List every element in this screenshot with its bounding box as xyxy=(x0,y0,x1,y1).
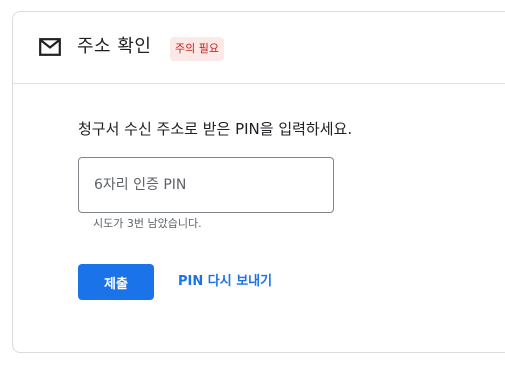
instruction-text: 청구서 수신 주소로 받은 PIN을 입력하세요. xyxy=(78,120,353,138)
card-header: 주소 확인 주의 필요 xyxy=(13,12,505,84)
attempts-helper-text: 시도가 3번 남았습니다. xyxy=(93,217,202,230)
mail-icon xyxy=(39,38,61,56)
page-title: 주소 확인 xyxy=(77,36,152,57)
pin-input[interactable] xyxy=(78,157,334,213)
status-badge: 주의 필요 xyxy=(170,37,224,61)
submit-button[interactable]: 제출 xyxy=(78,264,154,300)
resend-pin-link[interactable]: PIN 다시 보내기 xyxy=(178,272,272,292)
address-verification-card: 주소 확인 주의 필요 청구서 수신 주소로 받은 PIN을 입력하세요. 시도… xyxy=(12,11,505,353)
